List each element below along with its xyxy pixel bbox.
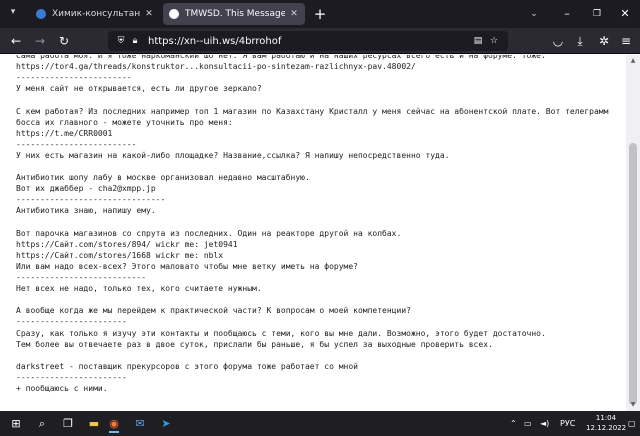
- reload-icon[interactable]: ↻: [54, 31, 74, 51]
- arrow-left-icon[interactable]: ←: [6, 31, 26, 51]
- volume-icon[interactable]: ◄): [540, 411, 549, 436]
- message-line: + пообщаюсь с ними.: [16, 384, 108, 393]
- message-line: -----------------------: [16, 317, 127, 327]
- taskbar: ⊞ ⌕ ❐ ▬ ◉ ✉ ➤ ⌃ ▭ ◄) РУС 11:04 12.12.202…: [0, 411, 640, 436]
- extension-icon[interactable]: ✲: [594, 31, 614, 51]
- arrow-right-icon[interactable]: →: [30, 31, 50, 51]
- list-all-tabs-icon[interactable]: ⌄: [526, 6, 542, 22]
- download-icon[interactable]: ⤓: [570, 31, 590, 51]
- message-line: https://tor4.ga/threads/konstruktor...ko…: [16, 62, 416, 72]
- rutor-favicon-icon: [36, 9, 46, 19]
- close-window-button[interactable]: ✕: [610, 0, 640, 28]
- message-line: -----------------------: [16, 372, 127, 382]
- message-line: Нет всех не надо, только тех, кого счита…: [16, 284, 262, 294]
- lock-icon[interactable]: 🔒︎: [128, 36, 142, 46]
- message-line: Тем более вы отвечаете раз в двое суток,…: [16, 339, 493, 349]
- mail-icon[interactable]: ✉: [130, 414, 150, 433]
- message-line: С кем работая? Из последних например топ…: [16, 106, 609, 116]
- message-line: Сразу, как только я изучу эти контакты и…: [16, 328, 546, 338]
- close-icon[interactable]: ✕: [144, 9, 154, 19]
- message-line: ------------------------: [16, 73, 132, 83]
- message-line: -------------------------------: [16, 195, 166, 205]
- tab-strip: ▾ Химик-консультант | RuTOR - ✕ TMWSD. T…: [0, 0, 640, 28]
- reader-view-icon[interactable]: ▤: [470, 36, 486, 46]
- navigation-toolbar: ← → ↻ ⛨ 🔒︎ https://xn--uih.ws/4brrohof ▤…: [0, 28, 640, 54]
- network-icon[interactable]: ▭: [524, 411, 532, 436]
- url-bar[interactable]: ⛨ 🔒︎ https://xn--uih.ws/4brrohof ▤ ☆: [108, 31, 508, 51]
- tab-rutor[interactable]: Химик-консультант | RuTOR - ✕: [30, 3, 160, 25]
- message-line: https://Сайт.com/stores/1668 wickr me: n…: [16, 250, 224, 260]
- message-line: https://t.me/CRR0001: [16, 128, 113, 138]
- pocket-icon[interactable]: ◡: [548, 31, 568, 51]
- chevron-down-icon[interactable]: ▾: [6, 7, 20, 21]
- message-line: darkstreet - поставщик прекурсоров с это…: [16, 361, 358, 371]
- telegram-icon[interactable]: ➤: [156, 414, 176, 433]
- message-line: Вот парочка магазинов со спрута из после…: [16, 228, 402, 238]
- shield-icon[interactable]: ⛨: [114, 36, 128, 46]
- message-line: босса их главного - можете уточнить про …: [16, 117, 233, 127]
- message-line: -------------------------: [16, 139, 137, 149]
- message-line: ---------------------------: [16, 273, 147, 282]
- start-icon[interactable]: ⊞: [6, 414, 26, 433]
- tray-overflow-icon[interactable]: ⌃: [510, 411, 517, 436]
- hamburger-menu-icon[interactable]: ≡: [616, 31, 636, 51]
- message-line: У них есть магазин на какой-либо площадк…: [16, 150, 450, 160]
- vertical-scrollbar[interactable]: ▲ ▼: [626, 55, 640, 411]
- message-line: Антибиотик шопу лабу в москве организова…: [16, 173, 310, 183]
- minimize-button[interactable]: –: [552, 0, 582, 28]
- clock-date: 12.12.2022: [586, 424, 627, 432]
- search-icon[interactable]: ⌕: [32, 414, 52, 433]
- message-line: https://Сайт.com/stores/894/ wickr me: j…: [16, 239, 238, 249]
- page-content: Сама работа моя. И я тоже наркоманский ш…: [0, 55, 626, 411]
- restore-button[interactable]: ❐: [582, 0, 612, 28]
- file-explorer-icon[interactable]: ▬: [84, 414, 104, 433]
- message-line: А вообще когда же мы перейдем к практиче…: [16, 306, 411, 316]
- scrollbar-thumb[interactable]: [629, 143, 637, 405]
- plus-icon[interactable]: +: [310, 4, 330, 24]
- clock[interactable]: 11:04 12.12.2022: [586, 413, 626, 434]
- notifications-icon[interactable]: ▢: [628, 411, 636, 436]
- scroll-down-icon[interactable]: ▼: [626, 399, 640, 411]
- scroll-up-icon[interactable]: ▲: [626, 55, 640, 67]
- clock-time: 11:04: [595, 414, 617, 422]
- firefox-icon[interactable]: ◉: [104, 414, 124, 433]
- task-view-icon[interactable]: ❐: [58, 414, 78, 433]
- message-line: Антибиотика знаю, напишу ему.: [16, 206, 156, 216]
- message-line: Сама работа моя. И я тоже наркоманский ш…: [16, 55, 546, 60]
- close-icon[interactable]: ✕: [289, 9, 299, 19]
- tab-tmwsd[interactable]: TMWSD. This Message Will Self-De ✕: [163, 3, 305, 25]
- message-line: Вот их джаббер - cha2@xmpp.jp: [16, 184, 156, 194]
- language-indicator[interactable]: РУС: [560, 411, 575, 436]
- browser-window: ▾ Химик-консультант | RuTOR - ✕ TMWSD. T…: [0, 0, 640, 436]
- tmwsd-favicon-icon: [169, 9, 179, 19]
- message-line: У меня сайт не открывается, есть ли друг…: [16, 84, 262, 94]
- star-icon[interactable]: ☆: [486, 36, 502, 46]
- tab-title: Химик-консультант | RuTOR -: [52, 9, 140, 19]
- message-line: Или вам надо всех-всех? Этого маловато ч…: [16, 261, 358, 271]
- tab-title: TMWSD. This Message Will Self-De: [185, 9, 285, 19]
- url-text[interactable]: https://xn--uih.ws/4brrohof: [142, 36, 470, 47]
